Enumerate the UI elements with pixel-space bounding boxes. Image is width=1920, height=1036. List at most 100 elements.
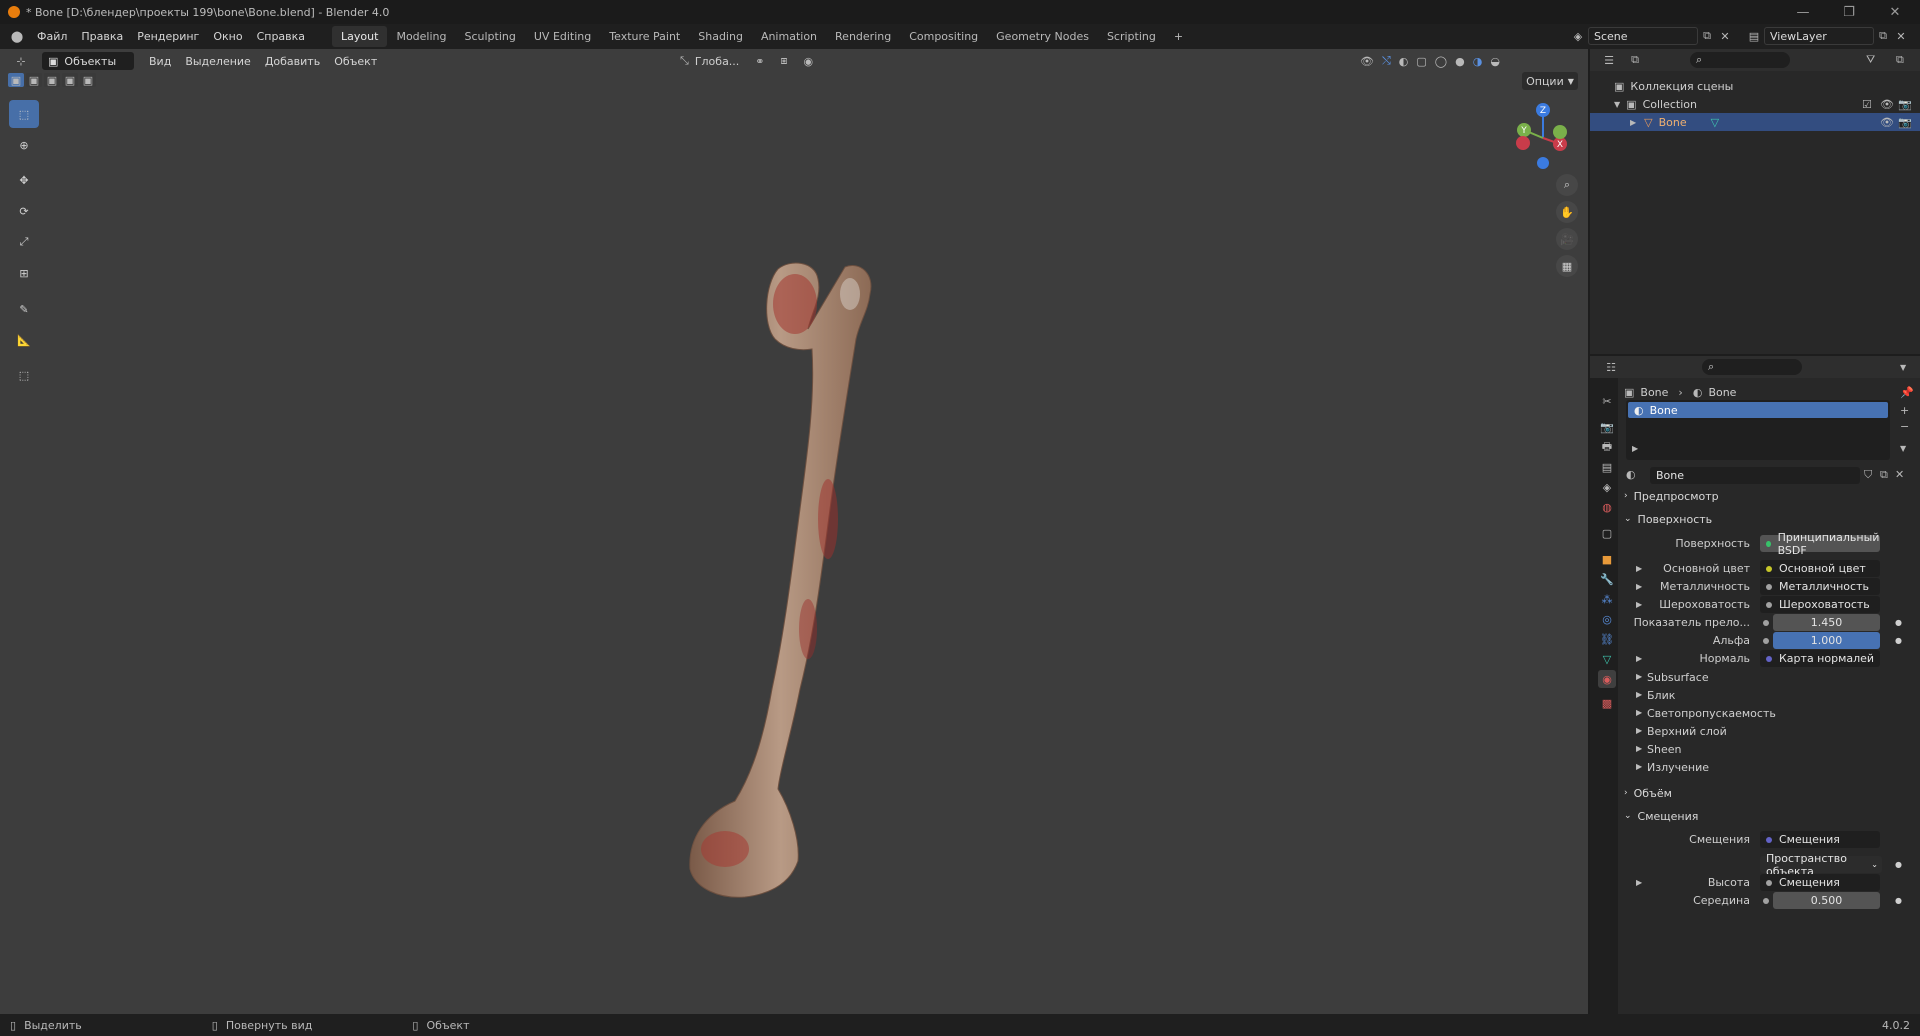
outliner-search-input[interactable]: ⌕ <box>1690 52 1790 68</box>
rotate-tool[interactable]: ⟳ <box>9 197 39 225</box>
world-tab-icon[interactable]: ◍ <box>1598 498 1616 516</box>
expand-triangle-icon[interactable]: ▶ <box>1636 708 1642 717</box>
viewport-menu-add[interactable]: Добавить <box>258 49 327 74</box>
tab-animation[interactable]: Animation <box>752 26 826 47</box>
tool-tab-icon[interactable]: ✂ <box>1598 392 1616 410</box>
orientation-selector[interactable]: Глоба... <box>695 55 739 68</box>
texture-tab-icon[interactable]: ▩ <box>1598 694 1616 712</box>
render-camera-icon[interactable]: 📷 <box>1898 116 1912 129</box>
displacement-field[interactable]: Смещения <box>1760 831 1880 848</box>
visibility-eye-icon[interactable]: 👁 <box>1880 116 1894 129</box>
subpanel-sheen[interactable]: Sheen <box>1647 740 1681 758</box>
tab-compositing[interactable]: Compositing <box>900 26 987 47</box>
blender-menu-icon[interactable]: ⬤ <box>4 30 30 43</box>
viewlayer-icon[interactable]: ▤ <box>1744 30 1764 43</box>
add-cube-tool[interactable]: ⬚ <box>9 361 39 389</box>
scene-tab-icon[interactable]: ◈ <box>1598 478 1616 496</box>
minimize-icon[interactable]: — <box>1780 0 1826 24</box>
rendered-shading-icon[interactable]: ◒ <box>1490 55 1500 68</box>
render-tab-icon[interactable]: 📷 <box>1598 418 1616 436</box>
outliner-row-scene-collection[interactable]: ▣ Коллекция сцены <box>1590 77 1920 95</box>
fake-user-icon[interactable]: ⛉ <box>1864 468 1872 482</box>
delete-scene-icon[interactable]: ✕ <box>1716 30 1734 43</box>
snap-icon[interactable]: ⧆ <box>781 54 788 68</box>
select-new-icon[interactable]: ▣ <box>8 73 24 87</box>
new-scene-icon[interactable]: ⧉ <box>1698 29 1716 43</box>
panel-volume-header[interactable]: › Объём <box>1624 782 1914 804</box>
particles-tab-icon[interactable]: ⁂ <box>1598 590 1616 608</box>
perspective-grid-icon[interactable]: ▦ <box>1556 255 1578 277</box>
transform-tool[interactable]: ⊞ <box>9 259 39 287</box>
subpanel-subsurface[interactable]: Subsurface <box>1647 668 1709 686</box>
tab-scripting[interactable]: Scripting <box>1098 26 1165 47</box>
camera-view-icon[interactable]: 🎥 <box>1556 228 1578 250</box>
visibility-icon[interactable]: 👁 <box>1360 55 1374 68</box>
viewlayer-field[interactable]: ViewLayer <box>1764 27 1874 45</box>
mesh-data-icon[interactable]: ▽ <box>1711 116 1719 129</box>
exclude-checkbox-icon[interactable]: ☑ <box>1862 98 1872 111</box>
maximize-icon[interactable]: ❐ <box>1826 0 1872 24</box>
overlay-icon[interactable]: ◐ <box>1399 55 1409 68</box>
annotate-tool[interactable]: ✎ <box>9 295 39 323</box>
menu-window[interactable]: Окно <box>206 24 249 49</box>
scene-field[interactable]: Scene <box>1588 27 1698 45</box>
mode-selector[interactable]: ▣ Объекты <box>42 52 134 70</box>
material-tab-icon[interactable]: ◉ <box>1598 670 1616 688</box>
midlevel-field[interactable]: 0.500 <box>1773 892 1880 909</box>
height-field[interactable]: Смещения <box>1760 874 1880 891</box>
select-box-tool[interactable]: ⬚ <box>9 100 39 128</box>
expand-triangle-icon[interactable]: ▶ <box>1636 672 1642 681</box>
select-invert-icon[interactable]: ▣ <box>62 73 78 87</box>
subpanel-transmission[interactable]: Светопропускаемость <box>1647 704 1776 722</box>
3d-viewport[interactable] <box>0 49 1588 1014</box>
new-collection-icon[interactable]: ⧉ <box>1896 53 1904 67</box>
remove-slot-icon[interactable]: − <box>1900 420 1909 433</box>
new-viewlayer-icon[interactable]: ⧉ <box>1874 29 1892 43</box>
tab-modeling[interactable]: Modeling <box>387 26 455 47</box>
surface-shader-field[interactable]: Принципиальный BSDF <box>1760 531 1880 557</box>
expand-triangle-icon[interactable]: ▶ <box>1636 762 1642 771</box>
modifiers-tab-icon[interactable]: 🔧 <box>1598 570 1616 588</box>
gizmo-toggle-icon[interactable]: ⤭ <box>1382 54 1391 68</box>
object-tab-icon[interactable]: ■ <box>1598 550 1616 568</box>
proportional-edit-icon[interactable]: ◉ <box>804 55 814 68</box>
expand-triangle-icon[interactable]: ▶ <box>1630 118 1636 127</box>
wireframe-shading-icon[interactable]: ◯ <box>1435 55 1447 68</box>
duplicate-material-icon[interactable]: ⧉ <box>1880 468 1888 482</box>
delete-viewlayer-icon[interactable]: ✕ <box>1892 30 1910 43</box>
expand-triangle-icon[interactable]: ▼ <box>1614 100 1620 109</box>
add-slot-icon[interactable]: + <box>1900 404 1909 417</box>
material-name-field[interactable]: Bone <box>1650 467 1860 484</box>
scene-icon[interactable]: ◈ <box>1568 30 1588 43</box>
filter-icon[interactable]: ⛛ <box>1866 53 1875 67</box>
keyframe-dot-icon[interactable]: ● <box>1895 896 1902 905</box>
roughness-field[interactable]: Шероховатость <box>1760 596 1880 613</box>
data-tab-icon[interactable]: ▽ <box>1598 650 1616 668</box>
properties-editor-icon[interactable]: ☷ <box>1598 361 1624 374</box>
slot-specials-icon[interactable]: ▼ <box>1900 444 1906 453</box>
add-workspace-button[interactable]: + <box>1165 26 1192 47</box>
navigation-gizmo[interactable]: Z Y X <box>1510 100 1580 172</box>
panel-preview-header[interactable]: › Предпросмотр <box>1624 485 1914 507</box>
tab-shading[interactable]: Shading <box>689 26 752 47</box>
outliner-row-bone[interactable]: ▶ ▽ Bone ▽ 👁 📷 <box>1590 113 1920 131</box>
collection-tab-icon[interactable]: ▢ <box>1598 524 1616 542</box>
normal-field[interactable]: Карта нормалей <box>1760 650 1880 667</box>
close-icon[interactable]: ✕ <box>1872 0 1918 24</box>
viewport-menu-object[interactable]: Объект <box>327 49 384 74</box>
xray-icon[interactable]: ▢ <box>1416 55 1426 68</box>
chevron-down-icon[interactable]: ▼ <box>1900 363 1906 372</box>
tab-sculpting[interactable]: Sculpting <box>456 26 525 47</box>
expand-triangle-icon[interactable]: ▶ <box>1636 726 1642 735</box>
measure-tool[interactable]: 📐 <box>9 326 39 354</box>
viewport-menu-select[interactable]: Выделение <box>178 49 258 74</box>
view-layer-tab-icon[interactable]: ▤ <box>1598 458 1616 476</box>
keyframe-dot-icon[interactable]: ● <box>1895 618 1902 627</box>
move-tool[interactable]: ✥ <box>9 166 39 194</box>
alpha-field[interactable]: 1.000 <box>1773 632 1880 649</box>
subpanel-coat[interactable]: Верхний слой <box>1647 722 1727 740</box>
metallic-field[interactable]: Металличность <box>1760 578 1880 595</box>
material-slot-item[interactable]: ◐ Bone <box>1628 402 1888 418</box>
keyframe-dot-icon[interactable]: ● <box>1895 860 1902 869</box>
tab-uv-editing[interactable]: UV Editing <box>525 26 600 47</box>
